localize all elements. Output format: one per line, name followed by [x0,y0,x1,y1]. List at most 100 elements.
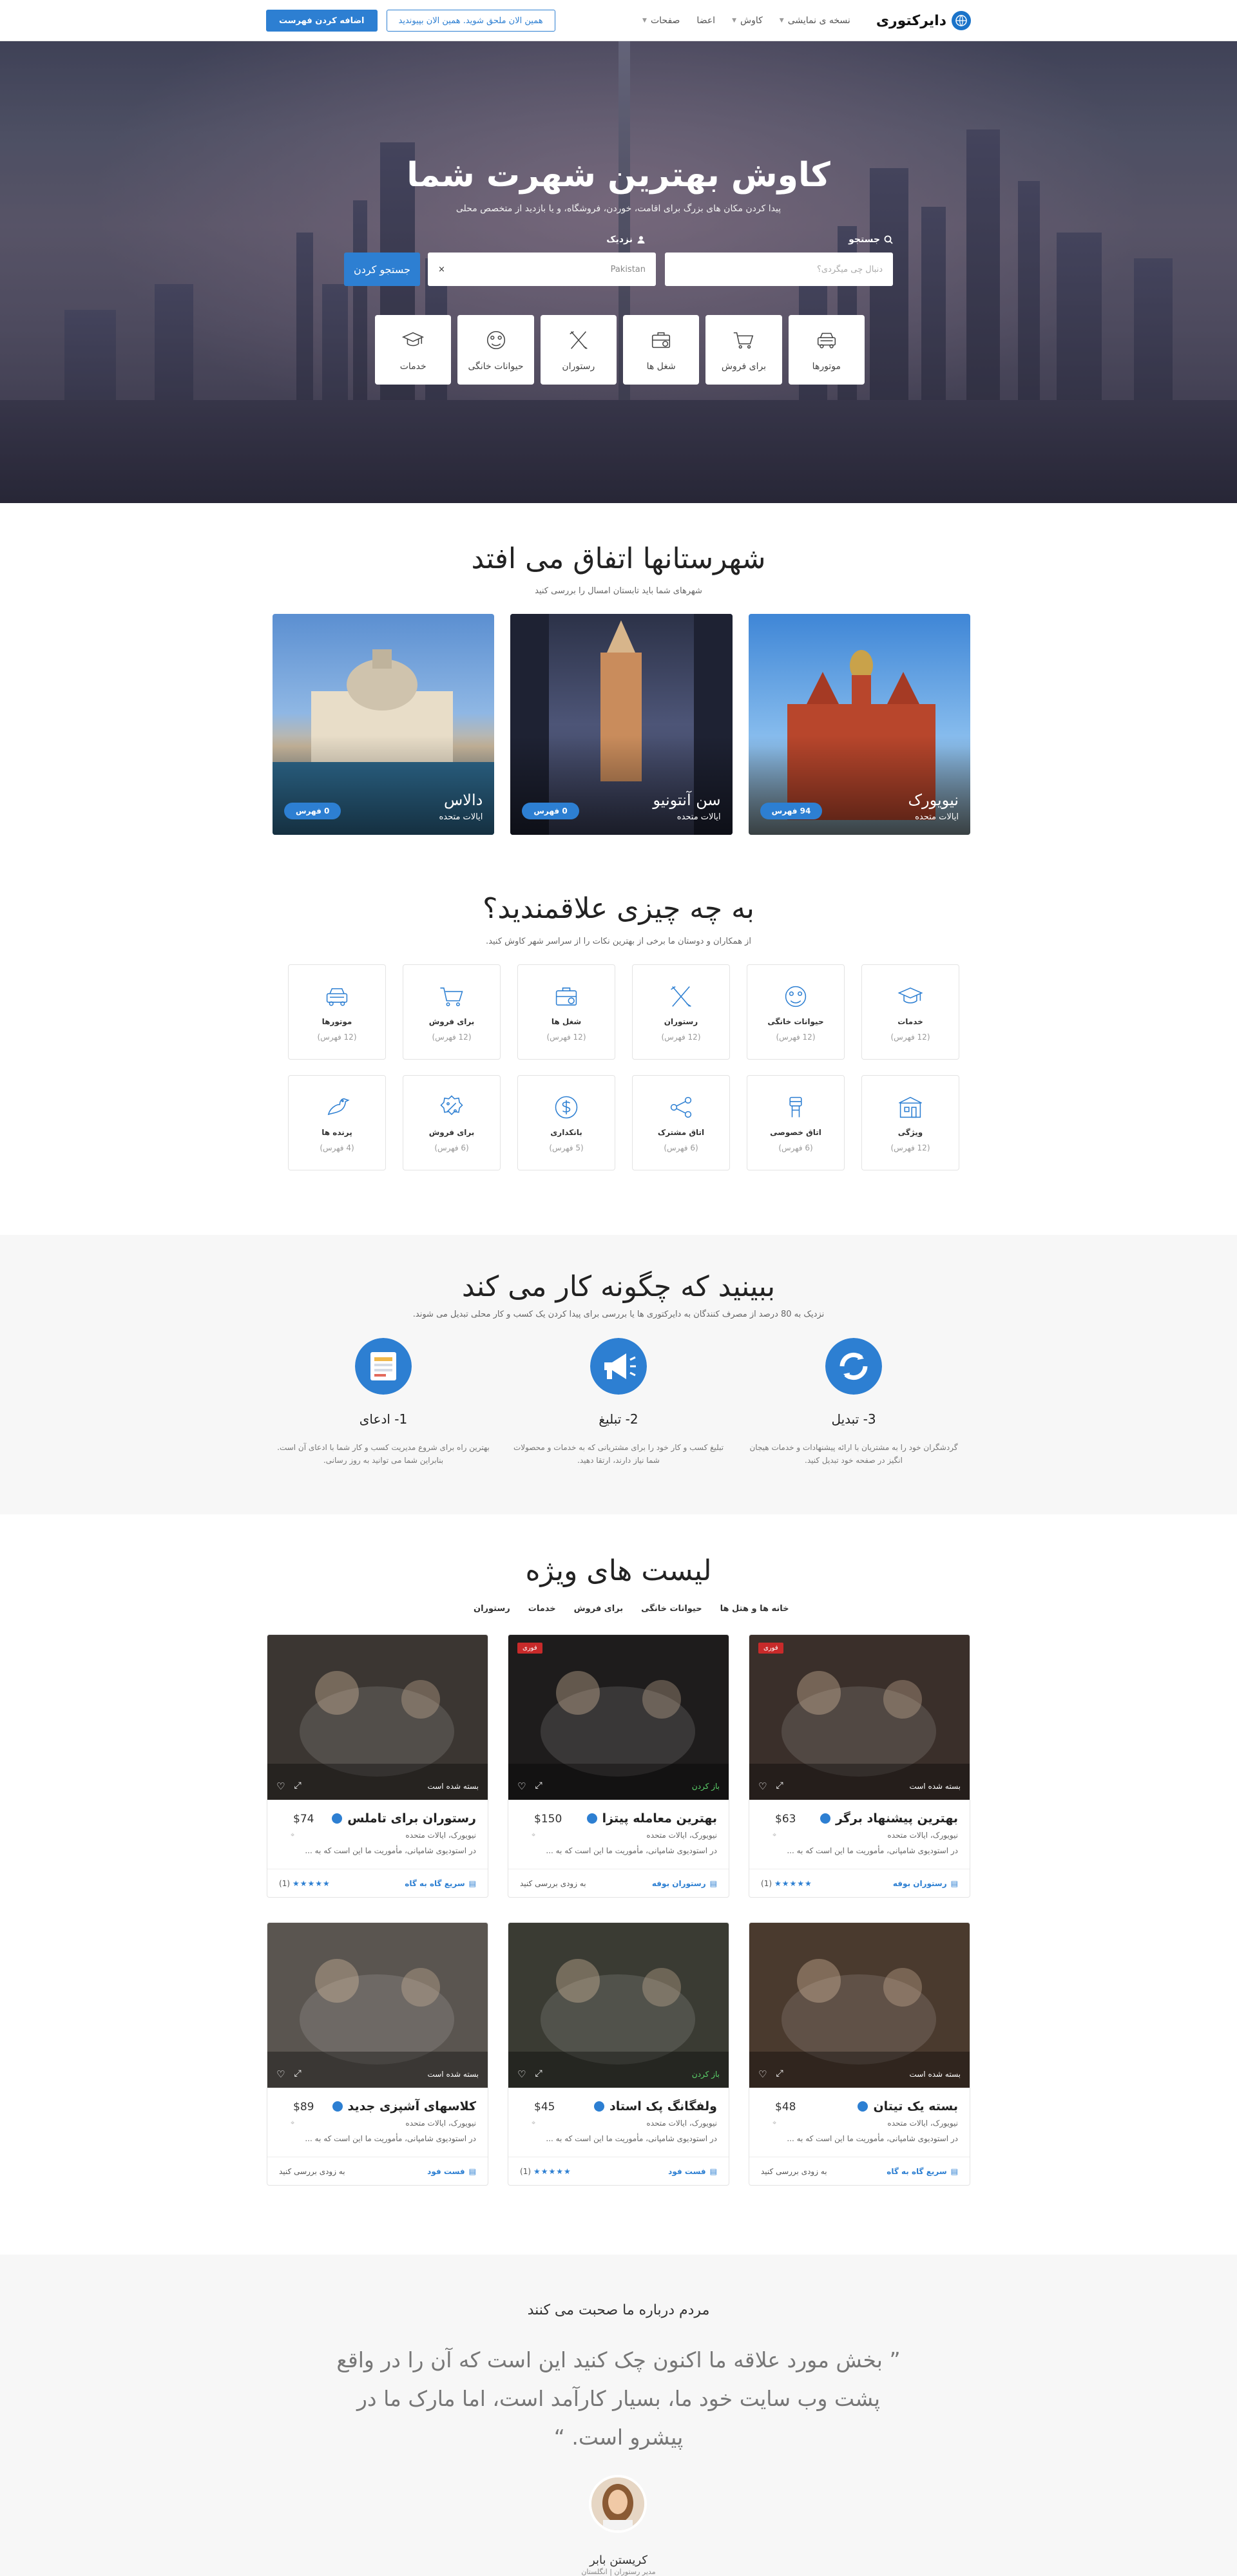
city-card-new-york[interactable]: نیویورک ایالات متحده 94 فهرس [748,614,970,835]
listing-card[interactable]: فوری باز کردن ⤢ ♡ بهترین معامله پیتزا $150 نیو… [508,1634,729,1898]
listing-rating: به زودی بررسی کنید [279,2166,345,2176]
listing-title[interactable]: بهترین معامله پیتزا [586,1811,717,1826]
expand-icon[interactable]: ⤢ [776,2068,783,2080]
nav-item-pages[interactable]: صفحات ▼ [642,15,680,26]
listing-category[interactable]: ▤ سریع گاه به گاه [887,2167,958,2176]
listing-description: در استودیوی شامپانی، مأموریت ما این است … [305,1846,476,1855]
cart-icon [440,987,463,1007]
listing-title[interactable]: ولفگانگ پک استاد [593,2099,717,2113]
heart-icon[interactable]: ♡ [517,1780,526,1792]
interests-subtitle: از همکاران و دوستان ما برخی از بهترین نک… [486,937,751,946]
category-pets[interactable]: حیوانات خانگی (12 فهرس) [747,964,845,1060]
what-label: جستجو [849,234,893,245]
listing-category[interactable]: ▤ رستوران بوفه [893,1879,958,1888]
cities-subtitle: شهرهای شما باید تابستان امسال را بررسی ک… [535,586,702,596]
category-motors[interactable]: موتورها (12 فهرس) [288,964,386,1060]
hero-category-pets[interactable]: حیوانات خانگی [457,315,534,385]
listing-price: $45 [534,2101,555,2113]
listing-card[interactable]: فوری بسته شده است ⤢ ♡ بهترین پیشنهاد برگر $63… [749,1634,970,1898]
star-rating-icon: ★★★★★ [774,1878,812,1888]
hero-category-services[interactable]: خدمات [375,315,452,385]
listing-title[interactable]: بهترین پیشنهاد برگر [820,1811,958,1826]
join-button[interactable]: همین الان ملحق شوید. همین الان بپیوندید [386,10,555,32]
tab-services[interactable]: خدمات [528,1604,556,1614]
heart-icon[interactable]: ♡ [276,2068,285,2080]
expand-icon[interactable]: ⤢ [535,2068,542,2080]
city-count-badge[interactable]: 0 فهرس [522,803,579,819]
nav-item-explore[interactable]: کاوش ▼ [732,15,763,26]
map-pin-icon[interactable]: ⌖ [532,1831,535,1840]
clear-icon[interactable]: × [438,265,445,274]
city-count-badge[interactable]: 94 فهرس [760,803,823,819]
listing-title[interactable]: رستوران برای تاملس [332,1811,476,1826]
listing-title[interactable]: کلاسهای آشپزی جدید [332,2099,476,2113]
listing-card[interactable]: بسته شده است ⤢ ♡ رستوران برای تاملس $74 نیویو… [267,1634,488,1898]
search-button[interactable]: جستجو کردن [344,253,420,286]
category-birds[interactable]: پرنده ها (4 فهرس) [288,1075,386,1170]
brand-name: دایرکتوری [876,12,946,29]
bird-icon [327,1098,350,1116]
testimonial-role: مدیر رستوران | انگلستان [581,2568,656,2576]
tab-homes-hotels[interactable]: خانه ها و هتل ها [720,1604,789,1614]
category-shared-room[interactable]: اتاق مشترک (6 فهرس) [632,1075,730,1170]
where-input[interactable]: Pakistan × [428,253,656,286]
listing-category[interactable]: ▤ سریع گاه به گاه [405,1879,476,1888]
listing-title[interactable]: بسته یک تیتان [858,2099,958,2113]
listing-image[interactable]: فوری بسته شده است ⤢ ♡ [749,1635,970,1800]
expand-icon[interactable]: ⤢ [294,1780,301,1792]
listing-price: $150 [534,1813,562,1826]
listing-category[interactable]: ▤ فست فود [668,2167,717,2176]
listing-image[interactable]: باز کردن ⤢ ♡ [508,1923,729,2088]
category-banking[interactable]: بانکداری (5 فهرس) [517,1075,615,1170]
listing-category[interactable]: ▤ فست فود [427,2167,476,2176]
nav-item-demo[interactable]: نسخه ی نمایشی ▼ [780,15,850,26]
city-card-dallas[interactable]: دالاس ایالات متحده 0 فهرس [273,614,495,835]
listing-category[interactable]: ▤ رستوران بوفه [652,1879,717,1888]
what-input[interactable]: دنبال چی میگردی؟ [665,253,893,286]
category-property[interactable]: ویژگی (12 فهرس) [861,1075,959,1170]
hero-category-motors[interactable]: موتورها [788,315,865,385]
listing-image[interactable]: بسته شده است ⤢ ♡ [749,1923,970,2088]
listing-card[interactable]: باز کردن ⤢ ♡ ولفگانگ پک استاد $45 نیویورک، ای… [508,1922,729,2186]
listing-image[interactable]: بسته شده است ⤢ ♡ [267,1923,488,2088]
heart-icon[interactable]: ♡ [758,2068,767,2080]
listing-price: $74 [293,1813,314,1826]
map-pin-icon[interactable]: ⌖ [291,2119,294,2128]
listing-image[interactable]: بسته شده است ⤢ ♡ [267,1635,488,1800]
category-jobs[interactable]: شغل ها (12 فهرس) [517,964,615,1060]
expand-icon[interactable]: ⤢ [294,2068,301,2080]
status-badge: بسته شده است [427,1782,479,1791]
tab-pets[interactable]: حیوانات خانگی [641,1604,702,1614]
expand-icon[interactable]: ⤢ [776,1780,783,1792]
search-icon [884,235,893,244]
listing-card[interactable]: بسته شده است ⤢ ♡ کلاسهای آشپزی جدید $89 نیویو… [267,1922,488,2186]
category-services[interactable]: خدمات (12 فهرس) [861,964,959,1060]
heart-icon[interactable]: ♡ [276,1780,285,1792]
map-pin-icon[interactable]: ⌖ [532,2119,535,2128]
map-pin-icon[interactable]: ⌖ [291,1831,294,1840]
where-label: نزدیک [606,234,646,245]
map-pin-icon[interactable]: ⌖ [772,1831,776,1840]
listing-image[interactable]: فوری باز کردن ⤢ ♡ [508,1635,729,1800]
hero-category-restaurant[interactable]: رستوران [540,315,617,385]
add-listing-button[interactable]: اضافه کردن فهرست [266,10,378,32]
heart-icon[interactable]: ♡ [517,2068,526,2080]
hero-category-jobs[interactable]: شغل ها [622,315,700,385]
city-count-badge[interactable]: 0 فهرس [284,803,341,819]
category-restaurant[interactable]: رستوران (12 فهرس) [632,964,730,1060]
heart-icon[interactable]: ♡ [758,1780,767,1792]
category-for-sale-2[interactable]: برای فروش (6 فهرس) [403,1075,501,1170]
city-card-san-antonio[interactable]: سن آنتونیو ایالات متحده 0 فهرس [510,614,733,835]
listing-location: نیویورک، ایالات متحده [405,2119,476,2128]
hero-category-for-sale[interactable]: برای فروش [705,315,782,385]
category-for-sale[interactable]: برای فروش (12 فهرس) [403,964,501,1060]
category-private-room[interactable]: اتاق خصوصی (6 فهرس) [747,1075,845,1170]
tab-restaurant[interactable]: رستوران [474,1604,510,1614]
brand[interactable]: دایرکتوری [876,11,971,30]
tab-for-sale[interactable]: برای فروش [574,1604,623,1614]
nav-item-members[interactable]: اعضا [696,15,715,26]
map-pin-icon[interactable]: ⌖ [772,2119,776,2128]
listing-card[interactable]: بسته شده است ⤢ ♡ بسته یک تیتان $48 نیویورک، ا… [749,1922,970,2186]
quote-close-icon: “ [553,2425,565,2450]
expand-icon[interactable]: ⤢ [535,1780,542,1792]
